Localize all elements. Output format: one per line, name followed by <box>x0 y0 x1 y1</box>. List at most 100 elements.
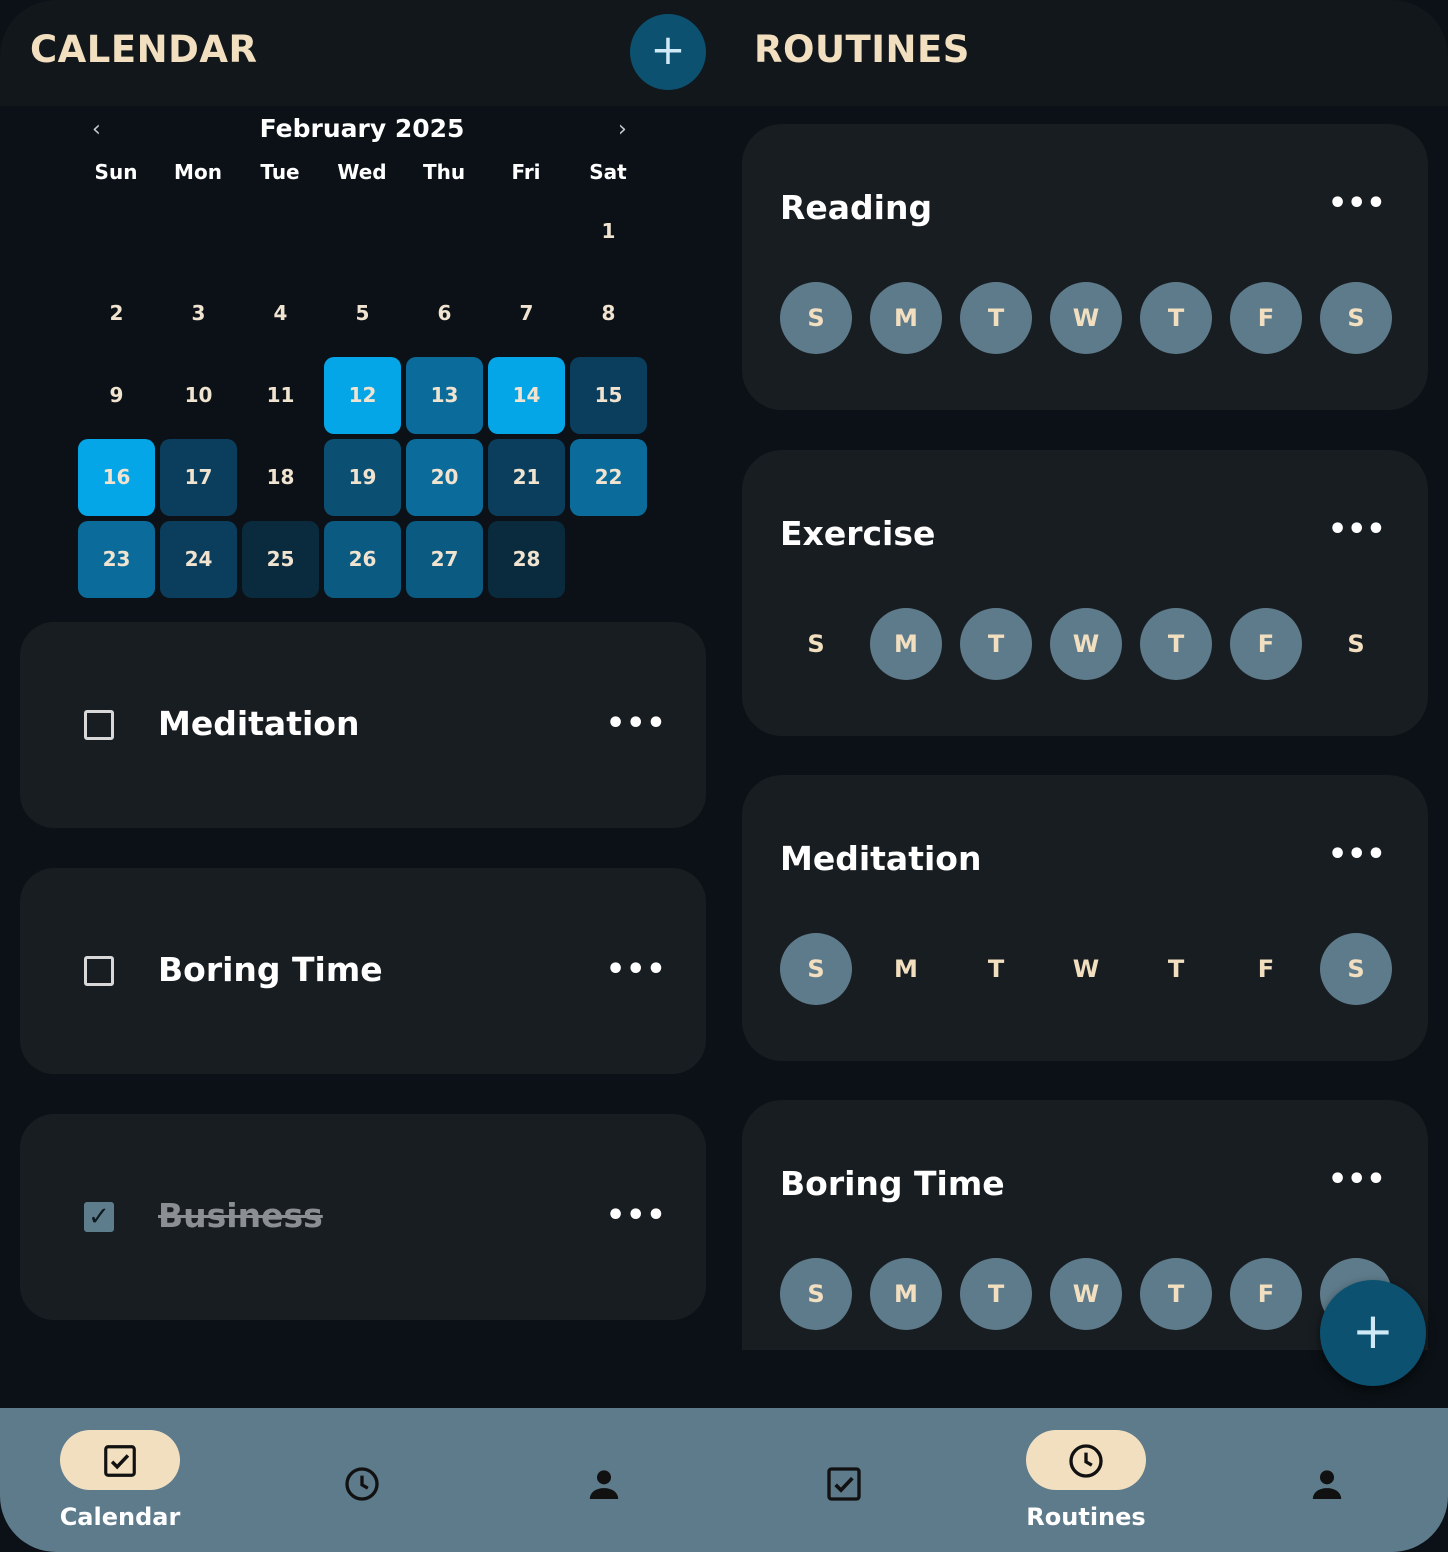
checkmark-icon: ✓ <box>88 1202 110 1232</box>
routine-day-toggle[interactable]: M <box>870 608 942 680</box>
calendar-day-15[interactable]: 15 <box>570 357 647 434</box>
calendar-day-16[interactable]: 16 <box>78 439 155 516</box>
routine-day-toggle[interactable]: F <box>1230 933 1302 1005</box>
weekday-fri: Fri <box>511 160 541 184</box>
routine-card[interactable]: Exercise ••• S M T W T F S <box>742 450 1428 736</box>
routine-day-toggle[interactable]: T <box>960 608 1032 680</box>
routine-day-toggle[interactable]: T <box>960 282 1032 354</box>
routine-day-toggle[interactable]: M <box>870 282 942 354</box>
checkbox[interactable] <box>84 710 114 740</box>
calendar-day-9[interactable]: 9 <box>78 357 155 434</box>
bottom-navigation: Calendar Routines <box>0 1408 1448 1552</box>
task-label: Business <box>158 1196 323 1235</box>
nav-calendar-label[interactable]: Calendar <box>20 1503 220 1531</box>
calendar-day-6[interactable]: 6 <box>406 275 483 352</box>
checkbox-checked[interactable]: ✓ <box>84 1202 114 1232</box>
routines-title: ROUTINES <box>754 28 970 71</box>
weekday-tue: Tue <box>260 160 300 184</box>
calendar-day-10[interactable]: 10 <box>160 357 237 434</box>
routine-day-toggle[interactable]: S <box>1320 933 1392 1005</box>
next-month-button[interactable]: › <box>618 117 627 142</box>
calendar-day-4[interactable]: 4 <box>242 275 319 352</box>
more-icon[interactable]: ••• <box>1328 512 1386 547</box>
routine-day-toggle[interactable]: W <box>1050 933 1122 1005</box>
calendar-title: CALENDAR <box>30 28 258 71</box>
routine-day-toggle[interactable]: T <box>1140 608 1212 680</box>
routine-title: Boring Time <box>780 1164 1005 1203</box>
calendar-day-14[interactable]: 14 <box>488 357 565 434</box>
routine-title: Meditation <box>780 839 982 878</box>
more-icon[interactable]: ••• <box>606 1198 667 1233</box>
calendar-day-8[interactable]: 8 <box>570 275 647 352</box>
more-icon[interactable]: ••• <box>1328 186 1386 221</box>
routine-day-toggle[interactable]: T <box>1140 1258 1212 1330</box>
routine-day-toggle[interactable]: S <box>1320 282 1392 354</box>
calendar-day-2[interactable]: 2 <box>78 275 155 352</box>
routine-day-toggle[interactable]: S <box>780 608 852 680</box>
routine-day-toggle[interactable]: F <box>1230 608 1302 680</box>
calendar-day-19[interactable]: 19 <box>324 439 401 516</box>
routine-card[interactable]: Meditation ••• S M T W T F S <box>742 775 1428 1061</box>
calendar-day-26[interactable]: 26 <box>324 521 401 598</box>
routine-day-toggle[interactable]: S <box>1320 608 1392 680</box>
checkbox[interactable] <box>84 956 114 986</box>
checkbox-icon[interactable] <box>824 1464 864 1504</box>
person-icon[interactable] <box>1307 1464 1347 1504</box>
routine-day-toggle[interactable]: M <box>870 933 942 1005</box>
calendar-day-24[interactable]: 24 <box>160 521 237 598</box>
person-icon[interactable] <box>584 1464 624 1504</box>
calendar-header: CALENDAR <box>0 0 724 106</box>
calendar-day-22[interactable]: 22 <box>570 439 647 516</box>
more-icon[interactable]: ••• <box>606 706 667 741</box>
clock-icon <box>1069 1444 1103 1478</box>
routine-day-toggle[interactable]: W <box>1050 282 1122 354</box>
task-card[interactable]: Boring Time ••• <box>20 868 706 1074</box>
calendar-day-18[interactable]: 18 <box>242 439 319 516</box>
routine-day-toggle[interactable]: T <box>1140 933 1212 1005</box>
weekday-mon: Mon <box>174 160 222 184</box>
nav-routines-label[interactable]: Routines <box>986 1503 1186 1531</box>
routine-day-toggle[interactable]: T <box>1140 282 1212 354</box>
routine-day-toggle[interactable]: T <box>960 933 1032 1005</box>
task-card[interactable]: Meditation ••• <box>20 622 706 828</box>
more-icon[interactable]: ••• <box>1328 1162 1386 1197</box>
routine-title: Exercise <box>780 514 936 553</box>
task-label: Meditation <box>158 704 360 743</box>
routine-card[interactable]: Reading ••• S M T W T F S <box>742 124 1428 410</box>
routine-day-toggle[interactable]: F <box>1230 1258 1302 1330</box>
prev-month-button[interactable]: ‹ <box>92 117 101 142</box>
calendar-day-21[interactable]: 21 <box>488 439 565 516</box>
calendar-day-25[interactable]: 25 <box>242 521 319 598</box>
calendar-day-5[interactable]: 5 <box>324 275 401 352</box>
add-task-button[interactable]: + <box>630 14 706 90</box>
routine-day-toggle[interactable]: S <box>780 282 852 354</box>
calendar-day-23[interactable]: 23 <box>78 521 155 598</box>
routine-day-toggle[interactable]: S <box>780 933 852 1005</box>
routine-day-toggle[interactable]: S <box>780 1258 852 1330</box>
weekday-sat: Sat <box>589 160 627 184</box>
calendar-day-11[interactable]: 11 <box>242 357 319 434</box>
weekday-sun: Sun <box>94 160 138 184</box>
calendar-day-7[interactable]: 7 <box>488 275 565 352</box>
routine-day-toggle[interactable]: T <box>960 1258 1032 1330</box>
routine-title: Reading <box>780 188 933 227</box>
calendar-day-27[interactable]: 27 <box>406 521 483 598</box>
calendar-day-13[interactable]: 13 <box>406 357 483 434</box>
routine-day-toggle[interactable]: W <box>1050 608 1122 680</box>
app-window: CALENDAR + ROUTINES ‹ February 2025 › Su… <box>0 0 1448 1552</box>
calendar-day-28[interactable]: 28 <box>488 521 565 598</box>
more-icon[interactable]: ••• <box>606 952 667 987</box>
calendar-day-12[interactable]: 12 <box>324 357 401 434</box>
routines-header: ROUTINES <box>724 0 1448 106</box>
clock-icon[interactable] <box>342 1464 382 1504</box>
calendar-day-3[interactable]: 3 <box>160 275 237 352</box>
more-icon[interactable]: ••• <box>1328 837 1386 872</box>
calendar-day-17[interactable]: 17 <box>160 439 237 516</box>
routine-day-toggle[interactable]: F <box>1230 282 1302 354</box>
routine-day-toggle[interactable]: W <box>1050 1258 1122 1330</box>
calendar-day-20[interactable]: 20 <box>406 439 483 516</box>
routine-day-toggle[interactable]: M <box>870 1258 942 1330</box>
calendar-day-1[interactable]: 1 <box>570 193 647 270</box>
task-card[interactable]: ✓ Business ••• <box>20 1114 706 1320</box>
add-routine-fab[interactable]: + <box>1320 1280 1426 1386</box>
